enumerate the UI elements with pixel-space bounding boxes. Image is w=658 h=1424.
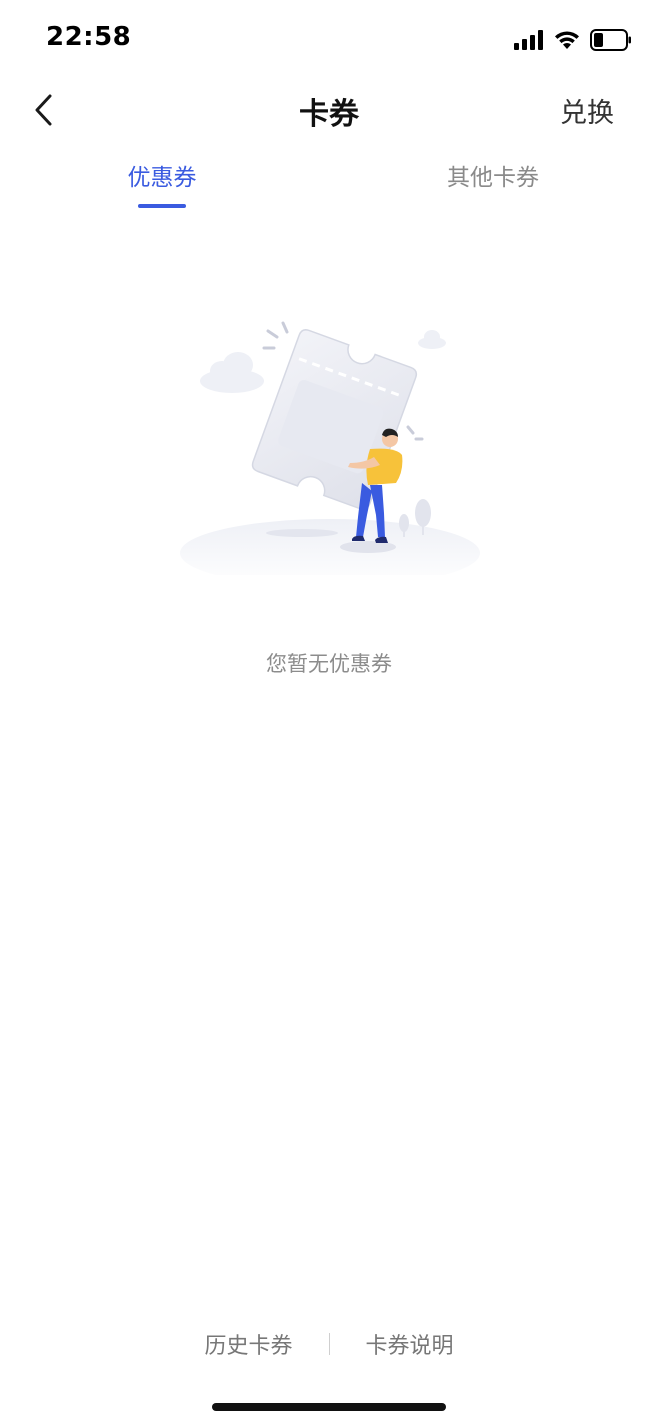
cellular-signal-icon [514, 30, 543, 50]
coupon-info-link[interactable]: 卡券说明 [366, 1328, 454, 1360]
status-icons [514, 26, 632, 54]
wifi-icon [555, 31, 579, 49]
status-bar: 22:58 [0, 0, 658, 80]
person-carrying-ticket-illustration [180, 321, 480, 575]
redeem-button[interactable]: 兑换 [560, 91, 614, 130]
coupon-tabs: 优惠券 其他卡券 [0, 150, 658, 214]
tab-coupons[interactable]: 优惠券 [62, 158, 262, 192]
home-indicator [212, 1403, 446, 1411]
footer-links: 历史卡券 卡券说明 [0, 1328, 658, 1360]
active-tab-indicator [138, 204, 186, 208]
status-time: 22:58 [46, 22, 132, 52]
tab-other-cards[interactable]: 其他卡券 [393, 158, 593, 192]
battery-icon [590, 29, 631, 51]
navigation-bar: 卡券 兑换 [0, 80, 658, 140]
empty-state-message: 您暂无优惠券 [266, 652, 392, 676]
history-coupons-link[interactable]: 历史卡券 [204, 1328, 292, 1360]
footer-divider [328, 1333, 330, 1355]
